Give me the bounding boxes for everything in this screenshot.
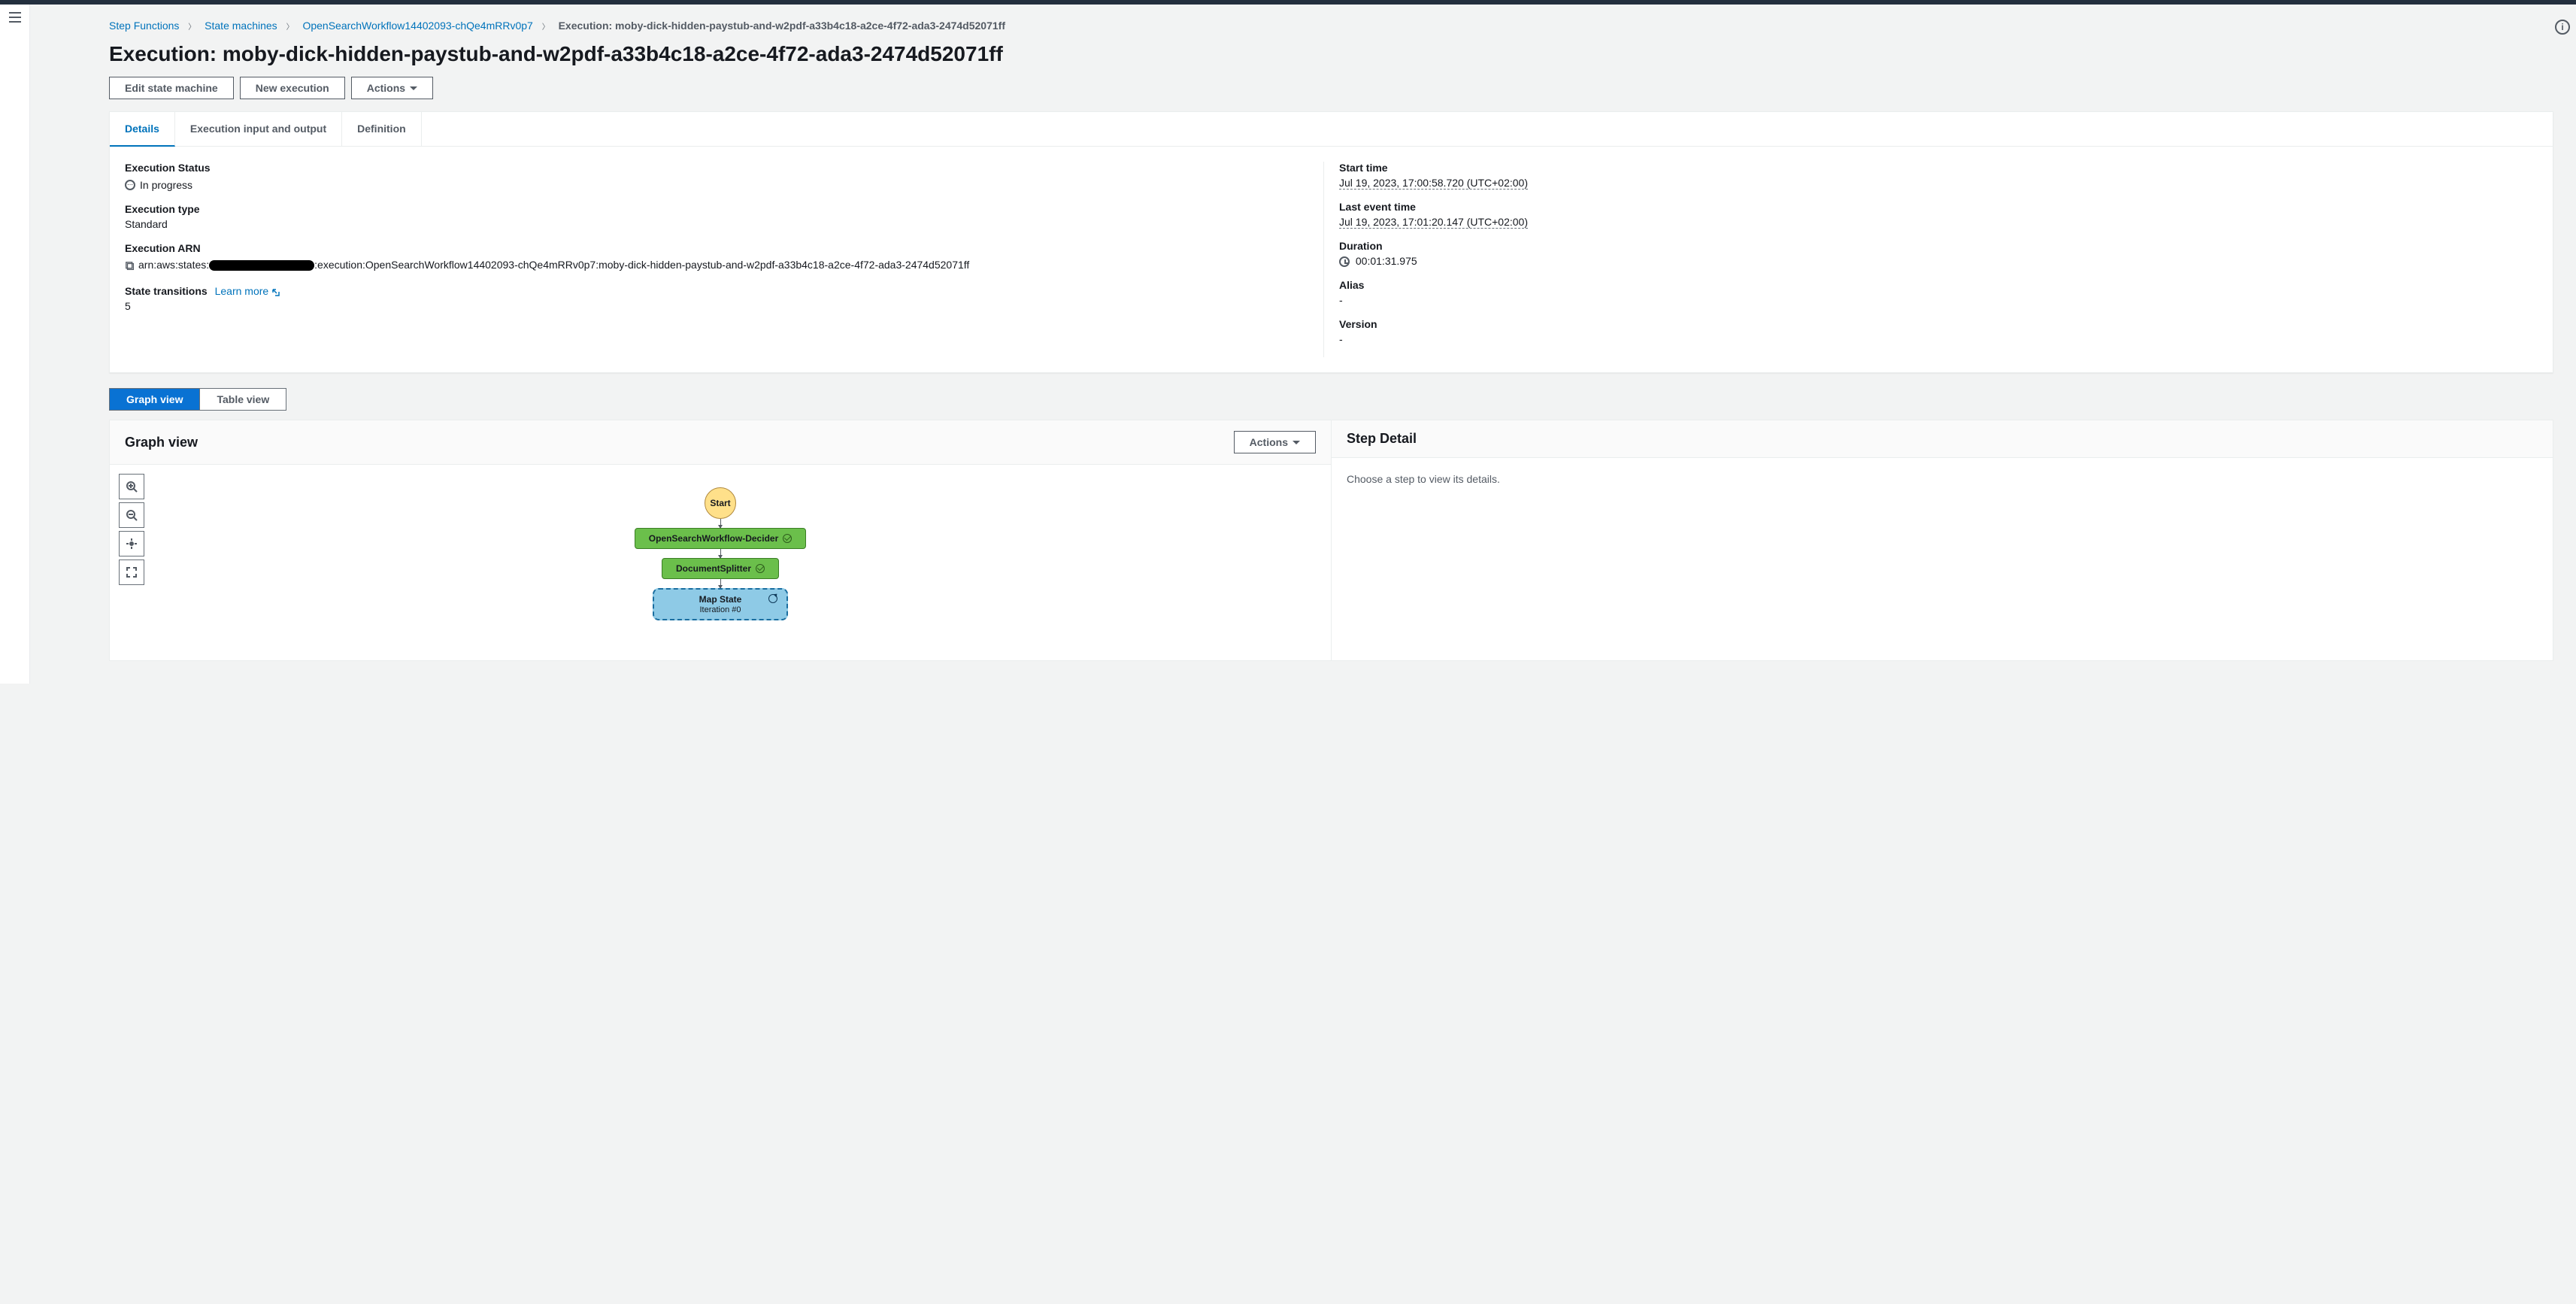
- tab-definition[interactable]: Definition: [342, 112, 422, 146]
- graph-panel-title: Graph view: [125, 435, 198, 450]
- arn-redacted: [209, 260, 314, 271]
- check-circle-icon: [756, 564, 765, 573]
- menu-icon[interactable]: [9, 12, 21, 23]
- breadcrumb-current: Execution: moby-dick-hidden-paystub-and-…: [559, 20, 1005, 32]
- graph-view-toggle[interactable]: Graph view: [110, 389, 199, 410]
- detail-panel-title: Step Detail: [1347, 431, 1417, 447]
- node-splitter[interactable]: DocumentSplitter: [662, 558, 779, 579]
- zoom-controls: [119, 474, 144, 585]
- graph-panel-header: Graph view Actions: [110, 420, 1331, 465]
- external-link-icon: [271, 287, 280, 296]
- alias-value: -: [1339, 294, 2538, 306]
- chevron-right-icon: 〉: [286, 20, 294, 32]
- page-title: Execution: moby-dick-hidden-paystub-and-…: [109, 42, 2553, 66]
- split-panel: Graph view Actions: [109, 420, 2553, 661]
- alias-label: Alias: [1339, 279, 2538, 291]
- actions-dropdown-button[interactable]: Actions: [351, 77, 433, 99]
- duration-label: Duration: [1339, 240, 2538, 252]
- details-col-left: Execution Status ⋯ In progress Execution…: [125, 162, 1323, 357]
- clock-icon: [1339, 256, 1350, 267]
- node-decider[interactable]: OpenSearchWorkflow-Decider: [635, 528, 807, 549]
- in-progress-icon: ⋯: [125, 180, 135, 190]
- node-map-state[interactable]: Map State Iteration #0: [653, 588, 789, 620]
- caret-down-icon: [1293, 441, 1300, 444]
- actions-label: Actions: [367, 82, 405, 94]
- type-value: Standard: [125, 218, 1323, 230]
- graph-canvas-container: Start OpenSearchWorkflow-Decider Documen…: [110, 465, 1331, 660]
- view-toggle: Graph view Table view: [109, 388, 286, 411]
- start-time-value: Jul 19, 2023, 17:00:58.720 (UTC+02:00): [1339, 177, 1528, 190]
- node-start[interactable]: Start: [705, 487, 736, 519]
- side-strip: [0, 5, 30, 684]
- graph-canvas[interactable]: Start OpenSearchWorkflow-Decider Documen…: [125, 480, 1316, 620]
- last-event-label: Last event time: [1339, 201, 2538, 213]
- breadcrumb-link-workflow[interactable]: OpenSearchWorkflow14402093-chQe4mRRv0p7: [302, 20, 532, 32]
- learn-more-link[interactable]: Learn more: [215, 285, 280, 297]
- copy-icon[interactable]: [125, 260, 135, 271]
- tabs-row: Details Execution input and output Defin…: [110, 112, 2553, 147]
- breadcrumb: Step Functions 〉 State machines 〉 OpenSe…: [109, 20, 2553, 32]
- help-icon[interactable]: i: [2555, 20, 2570, 35]
- duration-value: 00:01:31.975: [1356, 255, 1417, 267]
- breadcrumb-link-state-machines[interactable]: State machines: [205, 20, 277, 32]
- zoom-out-button[interactable]: [119, 502, 144, 528]
- arrow-down-icon: [720, 549, 721, 558]
- arrow-down-icon: [720, 579, 721, 588]
- type-label: Execution type: [125, 203, 1323, 215]
- arn-label: Execution ARN: [125, 242, 1323, 254]
- graph-actions-dropdown[interactable]: Actions: [1234, 431, 1316, 453]
- center-button[interactable]: [119, 531, 144, 556]
- details-panel: Details Execution input and output Defin…: [109, 111, 2553, 373]
- transitions-label: State transitions Learn more: [125, 285, 1323, 297]
- breadcrumb-link-step-functions[interactable]: Step Functions: [109, 20, 179, 32]
- detail-panel-body: Choose a step to view its details.: [1332, 458, 2553, 500]
- details-grid: Execution Status ⋯ In progress Execution…: [110, 147, 2553, 372]
- fullscreen-button[interactable]: [119, 560, 144, 585]
- transitions-value: 5: [125, 300, 1323, 312]
- details-col-right: Start time Jul 19, 2023, 17:00:58.720 (U…: [1323, 162, 2538, 357]
- zoom-in-button[interactable]: [119, 474, 144, 499]
- tab-io[interactable]: Execution input and output: [175, 112, 342, 146]
- arn-value: arn:aws:states::execution:OpenSearchWork…: [125, 257, 1323, 273]
- table-view-toggle[interactable]: Table view: [199, 389, 286, 410]
- last-event-value: Jul 19, 2023, 17:01:20.147 (UTC+02:00): [1339, 216, 1528, 229]
- detail-empty-text: Choose a step to view its details.: [1347, 473, 1500, 485]
- caret-down-icon: [410, 86, 417, 90]
- detail-side: Step Detail Choose a step to view its de…: [1332, 420, 2553, 660]
- graph-side: Graph view Actions: [110, 420, 1332, 660]
- action-buttons-row: Edit state machine New execution Actions: [109, 77, 2553, 99]
- edit-state-machine-button[interactable]: Edit state machine: [109, 77, 234, 99]
- main-content: i Step Functions 〉 State machines 〉 Open…: [30, 5, 2576, 684]
- in-progress-icon: [768, 594, 777, 603]
- version-value: -: [1339, 333, 2538, 345]
- detail-panel-header: Step Detail: [1332, 420, 2553, 458]
- chevron-right-icon: 〉: [188, 20, 195, 32]
- check-circle-icon: [783, 534, 792, 543]
- chevron-right-icon: 〉: [542, 20, 550, 32]
- arrow-down-icon: [720, 519, 721, 528]
- start-time-label: Start time: [1339, 162, 2538, 174]
- status-label: Execution Status: [125, 162, 1323, 174]
- version-label: Version: [1339, 318, 2538, 330]
- tab-details[interactable]: Details: [110, 112, 175, 147]
- status-value: In progress: [140, 179, 192, 191]
- new-execution-button[interactable]: New execution: [240, 77, 345, 99]
